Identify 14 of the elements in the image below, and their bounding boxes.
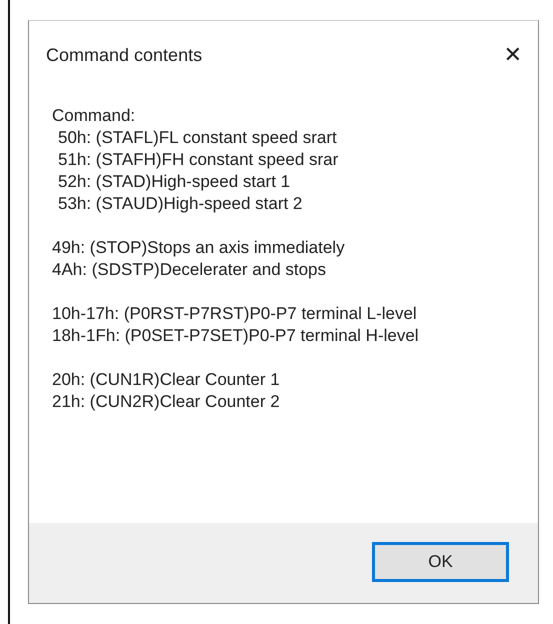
window-title: Command contents bbox=[46, 44, 202, 66]
command-line: 53h: (STAUD)High-speed start 2 bbox=[57, 193, 302, 215]
command-line: 21h: (CUN2R)Clear Counter 2 bbox=[52, 391, 280, 413]
command-line: 49h: (STOP)Stops an axis immediately bbox=[52, 237, 345, 259]
command-line: 18h-1Fh: (P0SET-P7SET)P0-P7 terminal H-level bbox=[52, 325, 419, 347]
command-line: 51h: (STAFH)FH constant speed srar bbox=[57, 149, 338, 171]
command-line: 20h: (CUN1R)Clear Counter 1 bbox=[52, 369, 280, 391]
command-line: 4Ah: (SDSTP)Decelerater and stops bbox=[52, 259, 326, 281]
ok-button[interactable]: OK bbox=[372, 542, 509, 582]
command-line: 50h: (STAFL)FL constant speed srart bbox=[57, 127, 337, 149]
command-heading: Command: bbox=[52, 105, 136, 127]
command-line: 10h-17h: (P0RST-P7RST)P0-P7 terminal L-level bbox=[52, 303, 417, 325]
command-line: 52h: (STAD)High-speed start 1 bbox=[57, 171, 290, 193]
close-button[interactable]: ✕ bbox=[488, 42, 538, 68]
